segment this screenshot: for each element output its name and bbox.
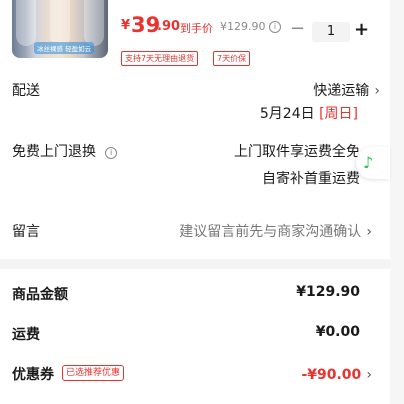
price-decimal: .90 bbox=[157, 19, 181, 34]
message-input[interactable]: 建议留言前先与商家沟通确认 › bbox=[160, 221, 372, 241]
info-icon[interactable]: i bbox=[269, 21, 281, 33]
final-price-label: 到手价 bbox=[180, 22, 213, 35]
chevron-right-icon: › bbox=[366, 367, 372, 383]
floating-music-button[interactable]: ♪ bbox=[356, 147, 390, 179]
freight-label: 运费 bbox=[12, 327, 40, 343]
return-policy-badge: 支持7天无理由退货 bbox=[121, 51, 199, 66]
section-divider bbox=[0, 259, 390, 269]
freight-value: ¥0.00 bbox=[315, 324, 360, 340]
free-return-line1: 上门取件享运费全免 bbox=[234, 144, 360, 160]
model-figure bbox=[50, 0, 70, 46]
price-integer: 39 bbox=[131, 13, 161, 37]
shipping-method: 快递运输 bbox=[313, 83, 370, 99]
coupon-recommended-tag: 已选推荐优惠 bbox=[62, 365, 125, 381]
free-return-label: 免费上门退换 bbox=[12, 144, 96, 160]
goods-amount-label: 商品金额 bbox=[12, 287, 68, 303]
model-figure bbox=[84, 0, 104, 46]
increase-quantity-button[interactable]: + bbox=[354, 20, 369, 40]
coupon-label: 优惠券 bbox=[12, 367, 54, 383]
info-icon[interactable]: i bbox=[105, 147, 118, 159]
decrease-quantity-button[interactable]: − bbox=[290, 19, 305, 39]
chevron-right-icon: › bbox=[366, 224, 372, 240]
shipping-method-row[interactable]: 快递运输 › bbox=[280, 80, 380, 100]
coupon-value: -¥90.00 bbox=[301, 367, 362, 383]
price-protect-badge: 7天价保 bbox=[213, 51, 251, 66]
shipping-label: 配送 bbox=[12, 83, 40, 99]
free-return-line2: 自寄补首重运费 bbox=[262, 171, 360, 187]
original-price: ¥129.90 bbox=[220, 20, 266, 33]
right-edge-strip bbox=[390, 0, 404, 404]
quantity-input[interactable]: 1 bbox=[312, 22, 350, 42]
coupon-row-value[interactable]: -¥90.00 › bbox=[260, 364, 372, 383]
delivery-date-text: 5月24日 bbox=[259, 106, 315, 122]
message-label: 留言 bbox=[12, 224, 40, 240]
free-return-row: 免费上门退换 i bbox=[12, 141, 118, 161]
music-note-icon: ♪ bbox=[363, 153, 374, 172]
model-figure bbox=[16, 0, 36, 46]
thumbnail-tags: 冰丝裸感 轻盈如云 bbox=[34, 42, 95, 54]
delivery-date: 5月24日 [周日] bbox=[250, 103, 358, 123]
price-currency: ¥ bbox=[121, 18, 131, 33]
product-thumbnail[interactable]: 冰丝裸感 轻盈如云 bbox=[12, 0, 108, 58]
delivery-weekday: [周日] bbox=[319, 106, 358, 122]
message-placeholder: 建议留言前先与商家沟通确认 bbox=[179, 224, 362, 240]
chevron-right-icon: › bbox=[374, 83, 380, 99]
goods-amount-value: ¥129.90 bbox=[296, 284, 360, 300]
